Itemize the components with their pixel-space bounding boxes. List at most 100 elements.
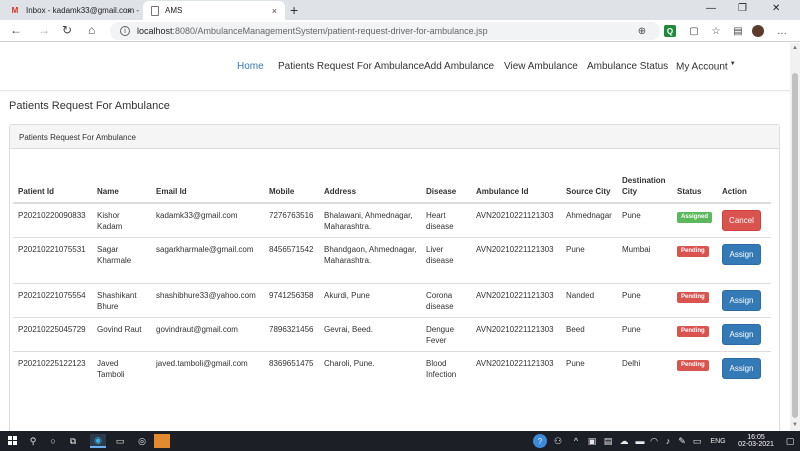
clock[interactable]: 16:05 02-03-2021	[733, 434, 779, 448]
terminal-icon[interactable]: ▭	[112, 434, 128, 448]
cell-address: Gevrai, Beed.	[319, 317, 421, 352]
app-icon[interactable]: ◎	[134, 434, 150, 448]
volume-icon[interactable]: ♪	[662, 434, 674, 448]
search-icon[interactable]: ⚲	[26, 434, 40, 448]
close-icon[interactable]: ×	[127, 6, 132, 16]
assign-button[interactable]: Assign	[722, 243, 761, 265]
cell-action: Assign	[717, 283, 771, 318]
window-close-icon[interactable]: ✕	[772, 3, 780, 14]
people-icon[interactable]: ⚇	[552, 434, 564, 448]
camera-icon[interactable]: ▣	[586, 434, 598, 448]
cell-destination-city: Pune	[617, 283, 672, 318]
more-icon[interactable]: …	[776, 25, 788, 37]
top-navbar: Home Patients Request For Ambulance Add …	[0, 43, 790, 91]
cell-disease: Liver disease	[421, 237, 471, 284]
scroll-up-icon[interactable]: ▲	[792, 45, 798, 51]
status-badge: Pending	[677, 245, 709, 257]
language-indicator[interactable]: ENG	[708, 434, 728, 448]
url-input[interactable]: i localhost:8080/AmbulanceManagementSyst…	[110, 22, 660, 40]
table-header-row: Patient Id Name Email Id Mobile Address …	[13, 160, 771, 204]
assign-button[interactable]: Assign	[722, 323, 761, 345]
scrollbar-thumb[interactable]	[792, 73, 798, 418]
nav-patients-request[interactable]: Patients Request For Ambulance	[278, 61, 424, 72]
assign-button[interactable]: Assign	[722, 357, 761, 379]
reading-mode-icon[interactable]: ⊕	[636, 25, 648, 37]
cell-disease: Blood Infection	[426, 358, 457, 379]
tab-ams[interactable]: AMS ×	[143, 1, 285, 20]
help-icon[interactable]: ?	[533, 434, 547, 448]
restore-icon[interactable]: ❐	[738, 3, 747, 14]
cell-status: Pending	[672, 283, 717, 318]
avatar[interactable]	[752, 25, 764, 37]
back-icon[interactable]: ←	[10, 23, 22, 37]
cell-name: Kishor Kadam	[92, 203, 151, 238]
cell-ambulance-id: AVN20210221121303	[471, 317, 561, 352]
col-patient-id: Patient Id	[13, 160, 92, 204]
cancel-button[interactable]: Cancel	[722, 210, 761, 231]
start-button[interactable]	[6, 434, 20, 448]
cell-email: javed.tamboli@gmail.com	[156, 358, 248, 368]
nav-view-ambulance[interactable]: View Ambulance	[504, 61, 578, 72]
cell-action: Assign	[717, 237, 771, 284]
cell-source-city: Ahmednagar	[561, 203, 617, 238]
tab-title: AMS	[165, 6, 183, 15]
cell-action: Assign	[717, 317, 771, 352]
chevron-up-icon[interactable]: ^	[570, 434, 582, 448]
minimize-icon[interactable]: —	[706, 3, 716, 14]
nav-home[interactable]: Home	[237, 61, 264, 72]
col-disease: Disease	[421, 160, 471, 204]
storage-icon[interactable]: ▬	[634, 434, 646, 448]
pen-icon[interactable]: ✎	[676, 434, 688, 448]
extension-icon[interactable]: ▢	[688, 25, 700, 37]
tray-app-icon[interactable]: ▤	[602, 434, 614, 448]
edge-browser-icon[interactable]: ◉	[90, 434, 106, 448]
new-tab-button[interactable]: +	[290, 2, 298, 18]
table-row: P20210225045729 Govind Raut govindraut@g…	[13, 317, 771, 352]
file-explorer-icon[interactable]	[154, 434, 170, 448]
page-scrollbar[interactable]: ▲ ▼	[790, 43, 800, 431]
col-status: Status	[672, 160, 717, 204]
cell-patient-id: P20210220090833	[13, 203, 92, 238]
panel-heading: Patients Request For Ambulance	[10, 125, 779, 149]
nav-my-account[interactable]: My Account ▼	[676, 61, 736, 72]
cell-patient-id: P20210225122123	[18, 358, 86, 368]
col-email: Email Id	[151, 160, 264, 204]
url-host: localhost	[137, 26, 173, 36]
wifi-icon[interactable]: ◠	[648, 434, 660, 448]
nav-ambulance-status[interactable]: Ambulance Status	[587, 61, 668, 72]
cell-destination-city: Mumbai	[617, 237, 672, 284]
extension-q-icon[interactable]: Q	[664, 25, 676, 37]
home-icon[interactable]: ⌂	[88, 23, 95, 37]
cell-name: Sagar Kharmale	[92, 237, 151, 284]
cell-action: Assign	[717, 351, 771, 386]
cell-address: Akurdi, Pune	[319, 283, 421, 318]
cell-ambulance-id: AVN20210221121303	[471, 203, 561, 238]
tab-title: Inbox - kadamk33@gmail.com -	[26, 6, 140, 15]
cell-email: sagarkharmale@gmail.com	[151, 237, 264, 284]
cell-source-city: Pune	[561, 237, 617, 284]
task-view-icon[interactable]: ⧉	[66, 434, 80, 448]
cell-email: kadamk33@gmail.com	[151, 203, 264, 238]
cell-patient-id: P20210221075554	[13, 283, 92, 318]
assign-button[interactable]: Assign	[722, 289, 761, 311]
reload-icon[interactable]: ↻	[62, 23, 72, 37]
cell-address: Bhandgaon, Ahmednagar, Maharashtra.	[319, 237, 421, 284]
info-icon[interactable]: i	[120, 26, 130, 36]
status-badge: Pending	[677, 359, 709, 371]
my-account-label: My Account	[676, 61, 728, 73]
notifications-icon[interactable]: ▢	[784, 434, 796, 448]
cortana-icon[interactable]: ○	[46, 434, 60, 448]
requests-table: Patient Id Name Email Id Mobile Address …	[13, 160, 771, 386]
scroll-down-icon[interactable]: ▼	[792, 422, 798, 428]
favorites-icon[interactable]: ☆	[710, 25, 722, 37]
tab-gmail[interactable]: M Inbox - kadamk33@gmail.com - ×	[2, 1, 140, 20]
cell-name: Shashikant Bhure	[92, 283, 151, 318]
forward-icon[interactable]: →	[38, 23, 50, 37]
nav-add-ambulance[interactable]: Add Ambulance	[424, 61, 494, 72]
cell-email: shashibhure33@yahoo.com	[151, 283, 264, 318]
cell-patient-id: P20210225045729	[13, 317, 92, 352]
collections-icon[interactable]: ▤	[732, 25, 744, 37]
battery-icon[interactable]: ▭	[690, 434, 704, 448]
close-icon[interactable]: ×	[272, 6, 277, 16]
cloud-icon[interactable]: ☁	[618, 434, 630, 448]
